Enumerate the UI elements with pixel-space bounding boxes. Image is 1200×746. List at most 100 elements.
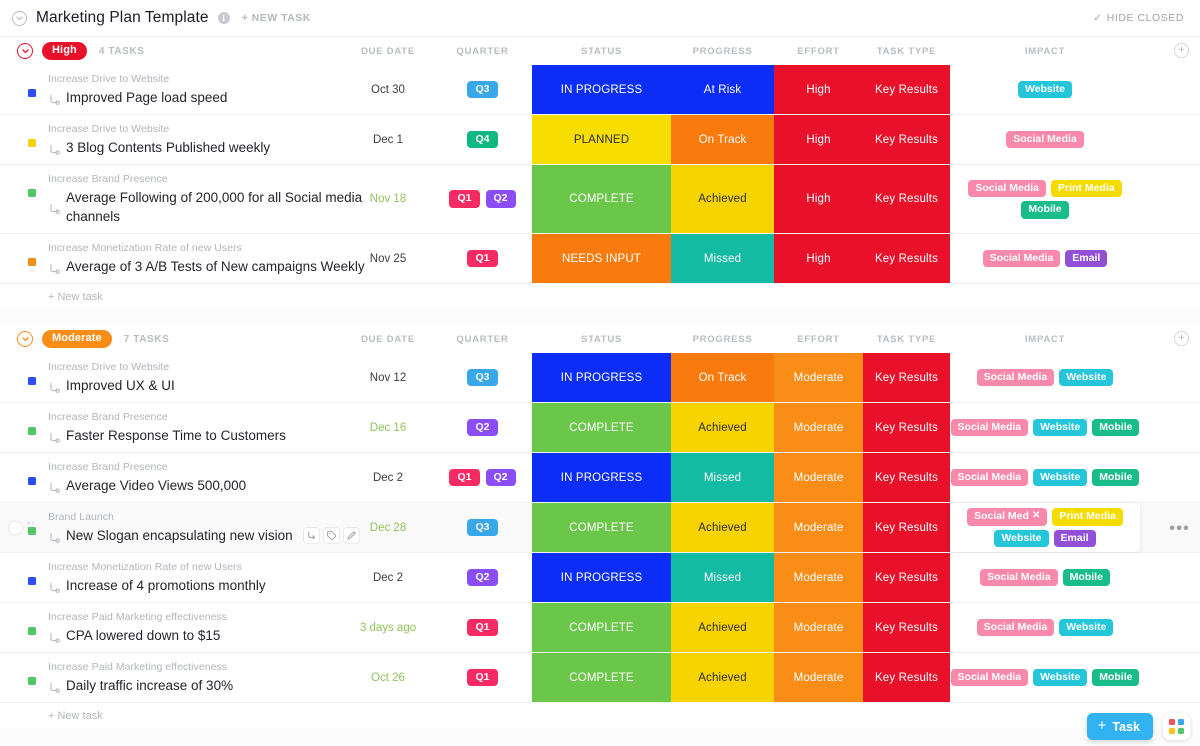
due-date-cell[interactable]: Oct 26 (338, 653, 438, 702)
task-title[interactable]: Daily traffic increase of 30% (66, 676, 233, 695)
task-title[interactable]: Average of 3 A/B Tests of New campaigns … (66, 257, 365, 276)
impact-tag[interactable]: Website (1033, 468, 1088, 487)
remove-tag-icon[interactable]: ✕ (1032, 511, 1040, 521)
impact-cell[interactable]: Social Media Website Mobile (950, 403, 1140, 452)
quarter-badge[interactable]: Q1 (449, 468, 480, 487)
impact-tag[interactable]: Social Media (980, 568, 1058, 587)
column-header-due[interactable]: DUE DATE (338, 37, 438, 65)
add-column-icon[interactable]: + (1174, 331, 1189, 346)
impact-tag[interactable]: Email (1053, 529, 1096, 547)
status-cell[interactable]: COMPLETE (532, 603, 671, 652)
due-date-cell[interactable]: Dec 2 (338, 453, 438, 502)
column-header-status[interactable]: STATUS (532, 325, 671, 353)
task-title[interactable]: CPA lowered down to $15 (66, 626, 220, 645)
impact-tag[interactable]: Website (1033, 418, 1088, 437)
status-cell[interactable]: PLANNED (532, 115, 671, 164)
quarter-badge[interactable]: Q3 (467, 368, 498, 387)
effort-cell[interactable]: Moderate (774, 653, 863, 702)
impact-cell[interactable]: Social Media Print Media Mobile (950, 165, 1140, 233)
impact-tag[interactable]: Social Media (950, 668, 1029, 687)
impact-tag[interactable]: Mobile (1021, 201, 1069, 219)
column-header-tasktype[interactable]: TASK TYPE (863, 37, 950, 65)
effort-cell[interactable]: High (774, 165, 863, 233)
due-date-cell[interactable]: Nov 12 (338, 353, 438, 402)
quarter-cell[interactable]: Q1 Q2 (433, 453, 532, 502)
effort-cell[interactable]: Moderate (774, 553, 863, 602)
add-new-task-row[interactable]: + New task (0, 703, 1200, 728)
column-header-quarter[interactable]: QUARTER (433, 37, 532, 65)
impact-cell[interactable]: Social Media Website Mobile (950, 653, 1140, 702)
due-date-cell[interactable]: 3 days ago (338, 603, 438, 652)
progress-cell[interactable]: On Track (671, 353, 774, 402)
quarter-cell[interactable]: Q1 (433, 234, 532, 283)
quarter-badge[interactable]: Q1 (449, 190, 480, 208)
quarter-cell[interactable]: Q4 (433, 115, 532, 164)
effort-cell[interactable]: Moderate (774, 403, 863, 452)
group-priority-badge[interactable]: High (42, 42, 87, 60)
due-date-cell[interactable]: Dec 1 (338, 115, 438, 164)
collapse-all-icon[interactable] (12, 10, 27, 26)
info-icon[interactable]: i (217, 12, 230, 24)
quarter-cell[interactable]: Q1 (433, 603, 532, 652)
progress-cell[interactable]: At Risk (671, 65, 774, 114)
due-date-cell[interactable]: Dec 28 (338, 503, 438, 552)
impact-tag[interactable]: Social Media (950, 468, 1029, 487)
task-type-cell[interactable]: Key Results (863, 115, 950, 164)
effort-cell[interactable]: Moderate (774, 353, 863, 402)
impact-cell[interactable]: Website (950, 65, 1140, 114)
quarter-badge[interactable]: Q2 (485, 190, 516, 208)
column-header-progress[interactable]: PROGRESS (671, 37, 774, 65)
table-row[interactable]: Increase Paid Marketing effectiveness CPA… (0, 603, 1200, 653)
group-collapse-icon[interactable] (17, 43, 33, 59)
task-title[interactable]: Faster Response Time to Customers (66, 426, 286, 445)
task-title[interactable]: Average Following of 200,000 for all Soc… (66, 188, 366, 226)
impact-tag[interactable]: Social Med ✕ (967, 508, 1048, 526)
apps-grid-fab[interactable] (1163, 713, 1190, 740)
task-title[interactable]: Increase of 4 promotions monthly (66, 576, 266, 595)
table-row[interactable]: Increase Monetization Rate of new Users A… (0, 234, 1200, 284)
task-title[interactable]: Improved Page load speed (66, 88, 227, 107)
quarter-badge[interactable]: Q3 (467, 518, 498, 537)
column-header-impact[interactable]: IMPACT (950, 325, 1140, 353)
impact-tag[interactable]: Social Media (950, 418, 1029, 437)
impact-tag[interactable]: Mobile (1092, 468, 1140, 487)
impact-tag[interactable]: Social Media (968, 179, 1046, 197)
table-row[interactable]: Increase Brand Presence Average Following… (0, 165, 1200, 234)
impact-tag[interactable]: Website (1059, 368, 1114, 387)
new-task-button[interactable]: + NEW TASK (242, 12, 311, 24)
group-collapse-icon[interactable] (17, 331, 33, 347)
due-date-cell[interactable]: Nov 18 (338, 165, 438, 233)
impact-tag[interactable]: Mobile (1092, 418, 1140, 437)
effort-cell[interactable]: Moderate (774, 603, 863, 652)
hide-closed-button[interactable]: HIDE CLOSED (1107, 12, 1184, 24)
subtask-icon[interactable] (302, 527, 320, 544)
status-cell[interactable]: COMPLETE (532, 653, 671, 702)
column-header-status[interactable]: STATUS (532, 37, 671, 65)
progress-cell[interactable]: Achieved (671, 403, 774, 452)
task-type-cell[interactable]: Key Results (863, 234, 950, 283)
quarter-cell[interactable]: Q3 (433, 353, 532, 402)
quarter-badge[interactable]: Q4 (467, 130, 498, 149)
quarter-badge[interactable]: Q1 (467, 249, 498, 268)
status-cell[interactable]: IN PROGRESS (532, 553, 671, 602)
task-title[interactable]: Average Video Views 500,000 (66, 476, 246, 495)
quarter-badge[interactable]: Q1 (467, 668, 498, 687)
row-options-menu-icon[interactable]: ••• (1169, 519, 1190, 536)
task-type-cell[interactable]: Key Results (863, 503, 950, 552)
task-type-cell[interactable]: Key Results (863, 453, 950, 502)
status-cell[interactable]: COMPLETE (532, 503, 671, 552)
effort-cell[interactable]: High (774, 65, 863, 114)
quarter-cell[interactable]: Q3 (433, 65, 532, 114)
progress-cell[interactable]: Achieved (671, 165, 774, 233)
column-header-effort[interactable]: EFFORT (774, 37, 863, 65)
impact-tag[interactable]: Social Media (1006, 130, 1084, 149)
column-header-quarter[interactable]: QUARTER (433, 325, 532, 353)
quarter-badge[interactable]: Q3 (467, 80, 498, 99)
impact-cell[interactable]: Social Media (950, 115, 1140, 164)
impact-cell[interactable]: Social Media Website (950, 353, 1140, 402)
column-header-due[interactable]: DUE DATE (338, 325, 438, 353)
due-date-cell[interactable]: Oct 30 (338, 65, 438, 114)
impact-tag[interactable]: Email (1065, 249, 1108, 268)
due-date-cell[interactable]: Dec 2 (338, 553, 438, 602)
status-cell[interactable]: COMPLETE (532, 165, 671, 233)
